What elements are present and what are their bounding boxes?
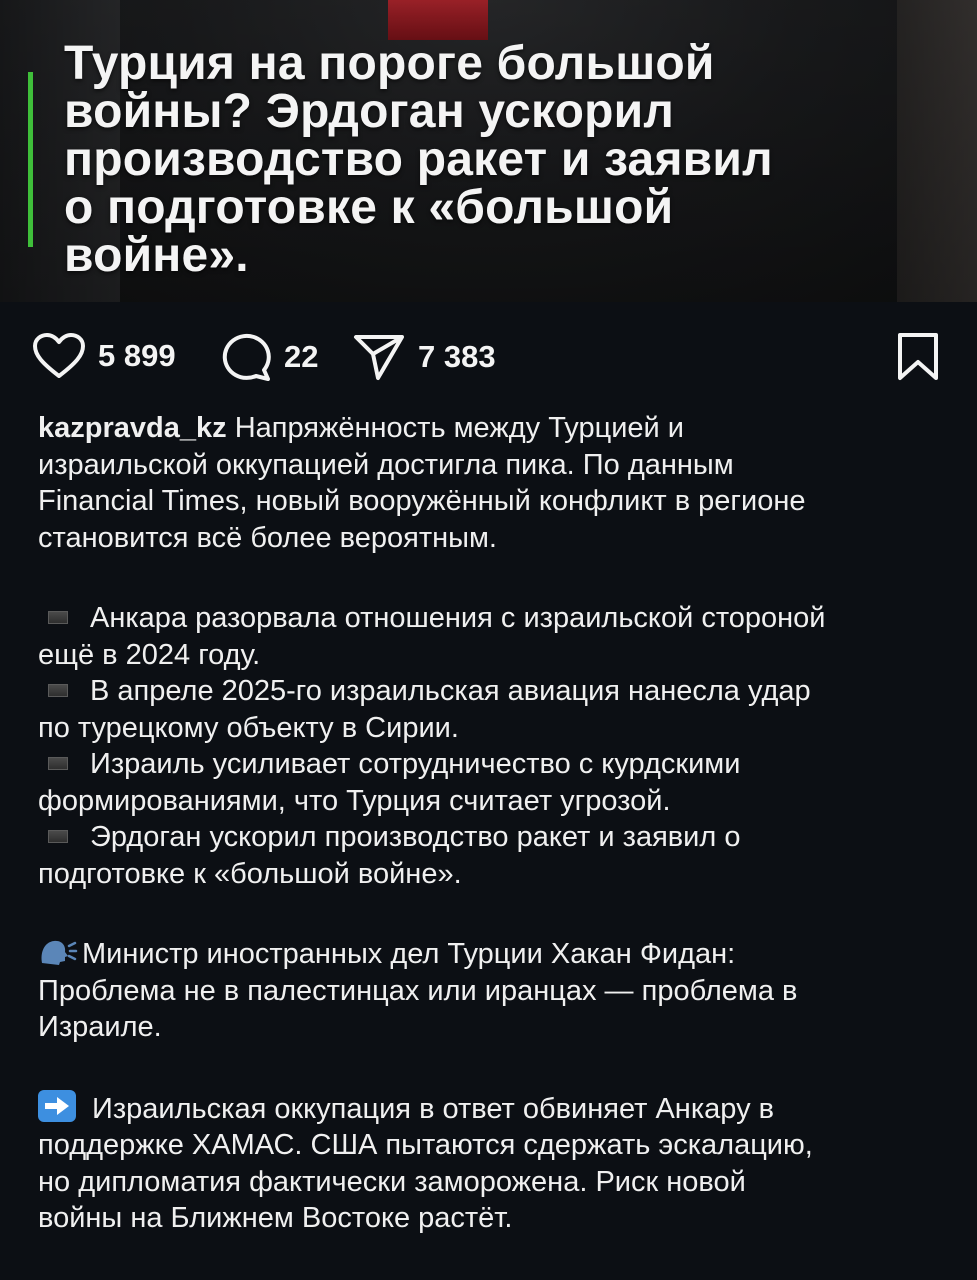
black-square-icon — [48, 683, 68, 697]
post-caption: kazpravda_kz Напряжённость между Турцией… — [38, 410, 943, 1237]
author-username[interactable]: kazpravda_kz — [38, 412, 227, 444]
closing-item: Израильская оккупация в ответ обвиняет А… — [38, 1089, 943, 1128]
comment-count: 22 — [284, 339, 319, 374]
quote-item: Министр иностранных дел Турции Хакан Фид… — [38, 936, 943, 973]
right-arrow-icon — [38, 1089, 76, 1122]
share-icon — [354, 335, 404, 380]
bullet-item: Анкара разорвала отношения с израильской… — [38, 600, 943, 637]
speaking-head-icon — [41, 940, 78, 965]
heart-icon — [33, 333, 85, 378]
comment-button[interactable]: 22 — [218, 332, 318, 382]
like-button[interactable]: 5 899 — [32, 332, 176, 380]
post-headline: Турция на пороге большой войны? Эрдоган … — [64, 37, 773, 282]
black-square-icon — [48, 756, 68, 770]
share-button[interactable]: 7 383 — [352, 332, 496, 382]
headline-accent-bar — [28, 72, 33, 247]
like-count: 5 899 — [98, 338, 176, 373]
caption-intro-line: становится всё более вероятным. — [38, 521, 497, 554]
bullet-item: Эрдоган ускорил производство ракет и зая… — [38, 819, 943, 856]
post-action-bar: 5 899 22 7 383 — [0, 322, 977, 392]
caption-intro-line: Напряжённость между Турцией и — [234, 412, 685, 444]
share-count: 7 383 — [418, 339, 496, 374]
bullet-item: Израиль усиливает сотрудничество с курдс… — [38, 746, 943, 783]
caption-intro-line: израильской оккупацией достигла пика. По… — [38, 448, 734, 481]
caption-intro-line: Financial Times, новый вооружённый конфл… — [38, 485, 806, 517]
comment-icon — [222, 333, 271, 381]
bookmark-icon — [898, 333, 938, 380]
save-button[interactable] — [896, 332, 940, 382]
black-square-icon — [48, 829, 68, 843]
post-image[interactable]: Турция на пороге большой войны? Эрдоган … — [0, 0, 977, 302]
black-square-icon — [48, 610, 68, 624]
bullet-item: В апреле 2025-го израильская авиация нан… — [38, 673, 943, 710]
